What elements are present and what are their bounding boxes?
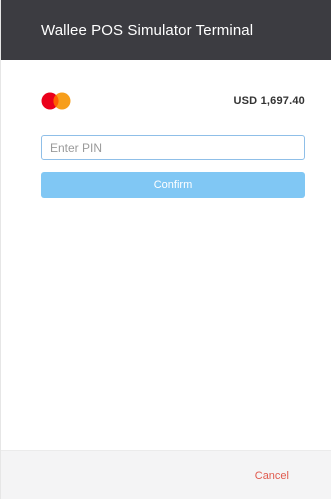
- confirm-button[interactable]: Confirm: [41, 172, 305, 198]
- amount-label: USD 1,697.40: [233, 95, 305, 107]
- footer-bar: Cancel: [1, 450, 331, 499]
- mastercard-logo-icon: [41, 92, 71, 110]
- pin-input[interactable]: [41, 135, 305, 160]
- page-title: Wallee POS Simulator Terminal: [41, 21, 254, 39]
- payment-summary: USD 1,697.40: [41, 92, 305, 110]
- header-bar: Wallee POS Simulator Terminal: [1, 0, 331, 60]
- pos-terminal-window: Wallee POS Simulator Terminal USD 1,697.…: [0, 0, 331, 499]
- cancel-button[interactable]: Cancel: [255, 470, 289, 482]
